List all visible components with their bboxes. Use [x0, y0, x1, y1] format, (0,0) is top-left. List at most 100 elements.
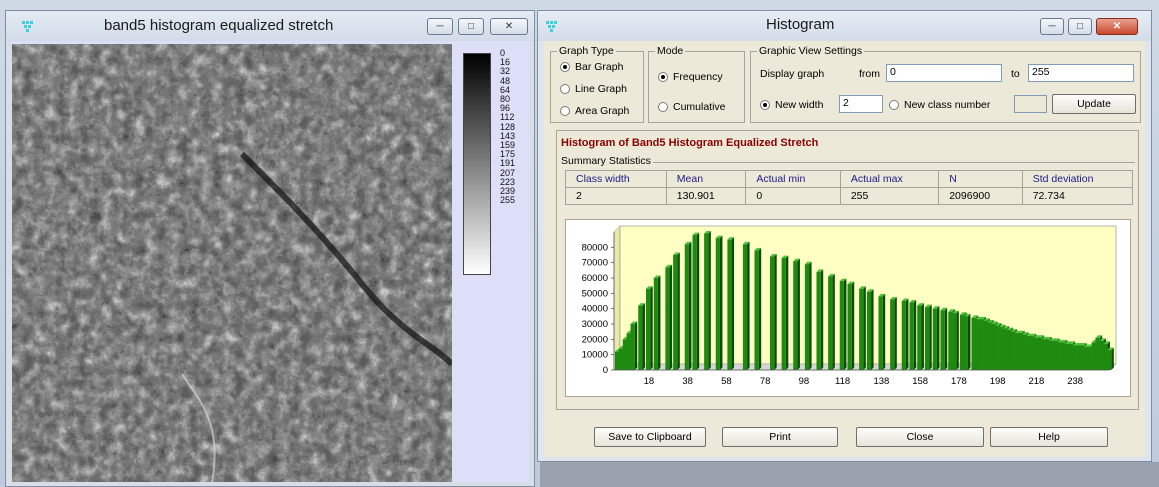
histogram-bar-side — [820, 269, 824, 370]
x-tick-label: 118 — [835, 376, 850, 387]
radio-new-width-indicator[interactable] — [760, 100, 770, 110]
histogram-chart-frame: 0 10000 20000 30000 40000 50000 60000 70000 8000… — [565, 219, 1131, 397]
close-button[interactable]: Close — [856, 427, 984, 447]
radio-bar-graph-label: Bar Graph — [575, 61, 624, 73]
y-tick-label: 10000 — [582, 350, 608, 361]
radio-new-class-number[interactable]: New class number — [889, 99, 990, 111]
x-tick-label: 58 — [721, 376, 732, 387]
minimize-button[interactable]: ─ — [1040, 18, 1064, 35]
histogram-bar — [1099, 340, 1104, 370]
histogram-bar — [1064, 343, 1069, 370]
image-window-titlebar[interactable]: band5 histogram equalized stretch ─ □ ✕ — [6, 11, 534, 41]
radio-new-class-number-label: New class number — [904, 99, 991, 111]
stats-header-row: Class width Mean Actual min Actual max N… — [565, 170, 1134, 188]
histogram-bar — [638, 305, 643, 370]
histogram-bar — [959, 314, 965, 370]
histogram-bar — [1080, 345, 1085, 370]
maximize-button[interactable]: □ — [1068, 18, 1092, 35]
histogram-bar — [890, 299, 895, 370]
radio-cumulative[interactable]: Cumulative — [658, 101, 726, 113]
histogram-bar — [1010, 331, 1015, 370]
radio-area-graph-indicator[interactable] — [560, 106, 570, 116]
histogram-bar — [994, 325, 999, 370]
histogram-bar — [998, 327, 1003, 370]
histogram-bar-side — [871, 289, 874, 370]
y-tick-label: 50000 — [582, 288, 608, 299]
stats-value-cell: 130.901 — [665, 187, 747, 205]
close-icon: ✕ — [504, 21, 514, 32]
histogram-bar — [1072, 345, 1077, 370]
histogram-bar-side — [642, 303, 645, 370]
histogram-bar — [990, 324, 996, 370]
radio-cumulative-label: Cumulative — [673, 101, 726, 113]
histogram-bar — [971, 317, 976, 370]
histogram-bar — [1049, 340, 1054, 370]
radio-bar-graph-indicator[interactable] — [560, 62, 570, 72]
radio-line-graph[interactable]: Line Graph — [560, 83, 627, 95]
histogram-bar-side — [696, 232, 700, 370]
histogram-bar-side — [956, 310, 959, 370]
radio-area-graph-label: Area Graph — [575, 105, 630, 117]
histogram-bar — [1006, 330, 1011, 370]
minimize-button[interactable]: ─ — [427, 18, 453, 35]
save-to-clipboard-button[interactable]: Save to Clipboard — [594, 427, 706, 447]
histogram-bar-side — [785, 255, 789, 370]
histogram-bar — [1033, 337, 1038, 370]
histogram-bar — [1076, 345, 1081, 370]
histogram-bar-side — [936, 306, 940, 370]
satellite-image — [12, 44, 452, 482]
radio-new-class-number-indicator[interactable] — [889, 100, 899, 110]
to-input[interactable]: 255 — [1028, 64, 1134, 82]
radio-frequency[interactable]: Frequency — [658, 71, 723, 83]
radio-bar-graph[interactable]: Bar Graph — [560, 61, 623, 73]
radio-frequency-label: Frequency — [673, 71, 723, 83]
stats-value-row: 2 130.901 0 255 2096900 72.734 — [565, 187, 1134, 205]
histogram-bar — [816, 271, 821, 370]
radio-new-width[interactable]: New width — [760, 99, 823, 111]
image-window[interactable]: band5 histogram equalized stretch ─ □ ✕ — [5, 10, 535, 487]
histogram-bar — [878, 296, 883, 370]
stats-header-cell: Std deviation — [1021, 170, 1134, 188]
stats-value-cell: 0 — [745, 187, 841, 205]
image-client-area: 0 16 32 48 64 80 96 112 128 143 159 175 191 207 223 239… — [12, 41, 529, 482]
histogram-bar-side — [731, 237, 735, 370]
histogram-bar — [653, 278, 658, 370]
histogram-window[interactable]: Histogram ─ □ ✕ Graph Type Bar Graph Lin… — [537, 10, 1152, 462]
print-button[interactable]: Print — [722, 427, 838, 447]
x-tick-label: 98 — [799, 376, 810, 387]
close-window-button[interactable]: ✕ — [1096, 18, 1138, 35]
radio-frequency-indicator[interactable] — [658, 72, 668, 82]
maximize-button[interactable]: □ — [458, 18, 484, 35]
histogram-bar — [618, 348, 624, 370]
histogram-bar — [1021, 334, 1027, 370]
radio-line-graph-indicator[interactable] — [560, 84, 570, 94]
histogram-bar-side — [843, 278, 847, 370]
display-graph-label: Display graph — [760, 68, 825, 80]
stats-value-cell: 2 — [565, 187, 667, 205]
histogram-bar — [859, 288, 864, 370]
histogram-bar — [866, 291, 872, 370]
x-tick-label: 238 — [1067, 376, 1083, 387]
maximize-icon: □ — [1076, 21, 1084, 32]
new-width-input[interactable]: 2 — [839, 95, 883, 113]
histogram-bar-side — [708, 231, 711, 370]
close-window-button[interactable]: ✕ — [490, 18, 528, 35]
histogram-bar — [940, 310, 945, 370]
histogram-bar — [963, 316, 968, 370]
histogram-bar — [665, 267, 670, 370]
radio-cumulative-indicator[interactable] — [658, 102, 668, 112]
histogram-bar — [622, 339, 627, 370]
new-class-number-input[interactable] — [1014, 95, 1047, 113]
help-button[interactable]: Help — [990, 427, 1108, 447]
histogram-bar — [987, 322, 992, 370]
histogram-bar — [770, 256, 775, 370]
histogram-bar — [1025, 336, 1030, 370]
from-input[interactable]: 0 — [886, 64, 1002, 82]
histogram-bar — [979, 319, 984, 370]
histogram-window-titlebar[interactable]: Histogram ─ □ ✕ — [538, 11, 1151, 41]
stats-header-cell: N — [938, 170, 1023, 188]
image-window-title: band5 histogram equalized stretch — [104, 17, 334, 34]
update-button[interactable]: Update — [1052, 94, 1136, 114]
radio-area-graph[interactable]: Area Graph — [560, 105, 629, 117]
histogram-bar — [901, 301, 906, 370]
